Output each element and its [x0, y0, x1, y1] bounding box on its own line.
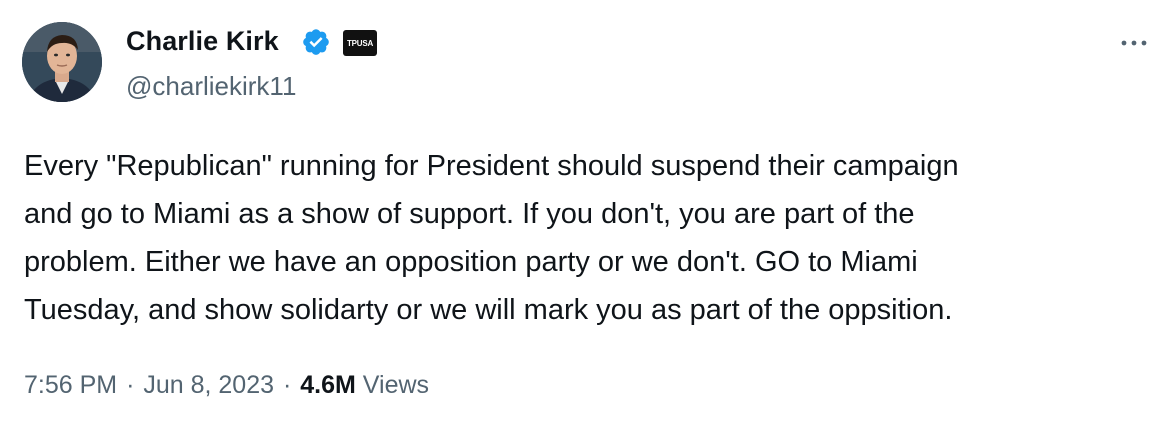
tweet-text: Every "Republican" running for President… — [24, 150, 959, 326]
separator-dot: · — [282, 371, 292, 399]
display-name[interactable]: Charlie Kirk — [126, 24, 279, 58]
verified-badge-icon[interactable] — [301, 27, 331, 57]
tweet-time[interactable]: 7:56 PM — [24, 371, 117, 399]
affiliate-badge-label: TPUSA — [346, 38, 374, 48]
views-label: Views — [362, 371, 430, 399]
more-icon[interactable] — [1114, 28, 1154, 58]
tweet-meta: 7:56 PM · Jun 8, 2023 · 4.6M Views — [24, 368, 429, 402]
tweet-date[interactable]: Jun 8, 2023 — [143, 371, 274, 399]
views-count[interactable]: 4.6M — [300, 371, 356, 399]
separator-dot: · — [126, 371, 135, 399]
tweet-card: Charlie Kirk TPUSA @charliekirk11 Every … — [0, 0, 1174, 438]
handle[interactable]: @charliekirk11 — [126, 70, 296, 102]
avatar[interactable] — [22, 22, 102, 102]
affiliate-badge[interactable]: TPUSA — [343, 30, 377, 56]
